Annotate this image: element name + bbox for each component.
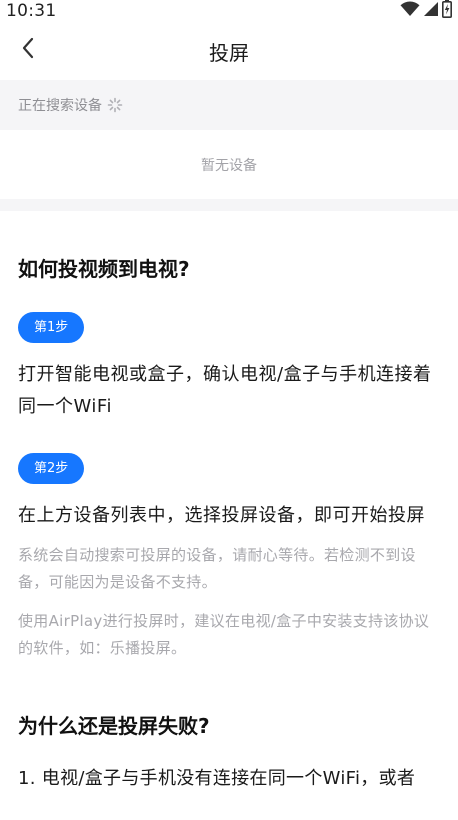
failure-reason-1: 1. 电视/盒子与手机没有连接在同一个WiFi，或者 (18, 768, 416, 789)
chevron-left-icon (21, 37, 35, 63)
status-time: 10:31 (6, 1, 57, 21)
step-1-text: 打开智能电视或盒子，确认电视/盒子与手机连接着同一个WiFi (18, 364, 432, 417)
wifi-icon (400, 1, 420, 21)
nav-bar: 投屏 (0, 22, 458, 80)
battery-charging-icon (442, 0, 452, 22)
step-2-text: 在上方设备列表中，选择投屏设备，即可开始投屏 (18, 505, 425, 526)
guide-note-2: 使用AirPlay进行投屏时，建议在电视/盒子中安装支持该协议的软件，如：乐播投… (18, 612, 430, 657)
guide-note-1: 系统会自动搜索可投屏的设备，请耐心等待。若检测不到设备，可能因为是设备不支持。 (18, 546, 416, 591)
section-divider (0, 199, 458, 211)
search-status: 正在搜索设备 (0, 80, 458, 130)
signal-icon (423, 1, 439, 21)
status-bar: 10:31 (0, 0, 458, 22)
guide-section: 如何投视频到电视? 第1步 打开智能电视或盒子，确认电视/盒子与手机连接着同一个… (0, 253, 458, 795)
failure-reasons-title: 为什么还是投屏失败? (18, 714, 210, 738)
search-status-label: 正在搜索设备 (18, 98, 102, 114)
page-title: 投屏 (209, 40, 249, 65)
spinner-icon (107, 97, 123, 113)
step-2-badge: 第2步 (18, 453, 85, 484)
step-1-badge: 第1步 (18, 312, 85, 343)
guide-title: 如何投视频到电视? (18, 257, 190, 281)
empty-device-text: 暂无设备 (201, 157, 257, 174)
device-list: 暂无设备 (0, 130, 458, 199)
back-button[interactable] (14, 36, 42, 64)
status-icons (400, 0, 452, 22)
